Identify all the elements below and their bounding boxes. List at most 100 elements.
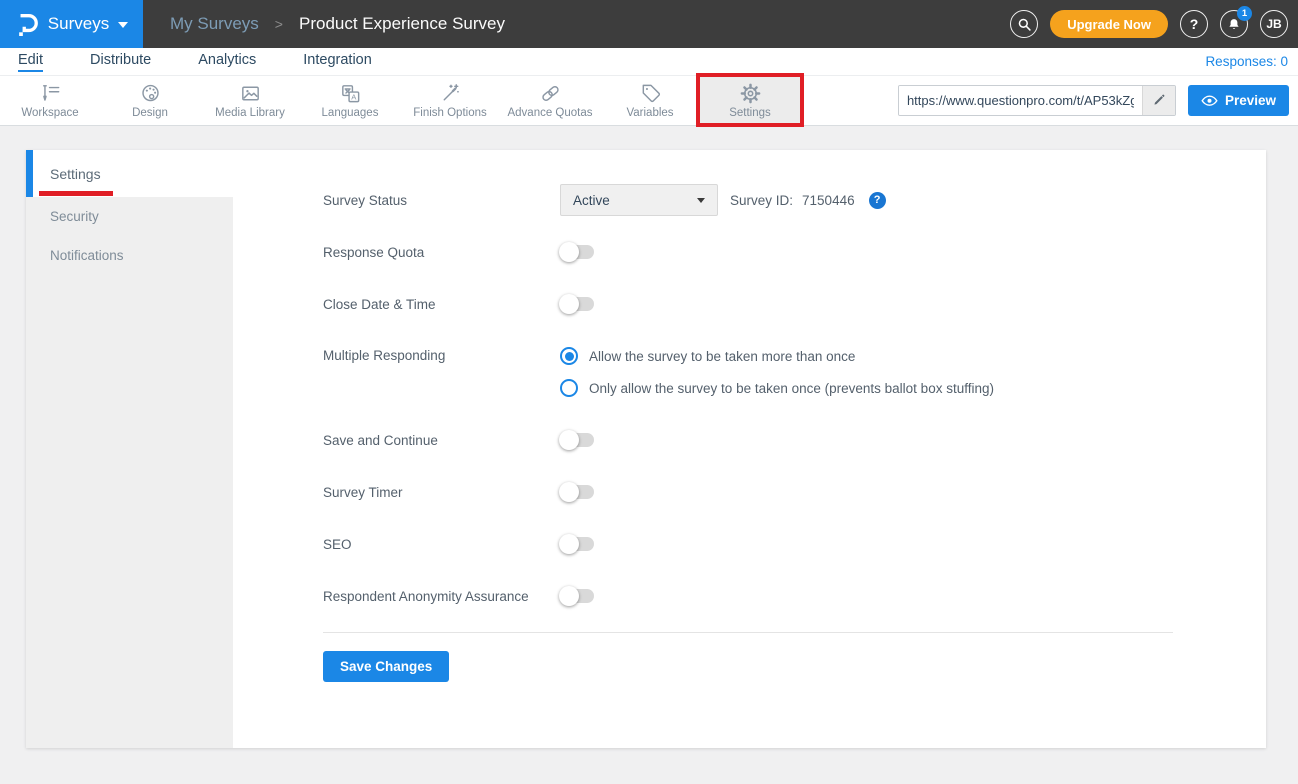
questionpro-logo-icon: [15, 11, 39, 37]
save-continue-toggle[interactable]: [561, 433, 594, 447]
tab-integration[interactable]: Integration: [303, 52, 372, 72]
settings-sidebar: Settings Security Notifications: [26, 150, 233, 748]
variables-icon: [639, 82, 662, 105]
survey-timer-row: Survey Timer: [323, 476, 1173, 508]
survey-timer-toggle[interactable]: [561, 485, 594, 499]
toolbar-item-settings[interactable]: Settings: [700, 76, 800, 125]
settings-content: Survey Status Active Survey ID: 7150446 …: [233, 150, 1266, 748]
toolbar-label: Workspace: [21, 107, 78, 119]
anonymity-toggle[interactable]: [561, 589, 594, 603]
workspace-icon: [39, 82, 62, 105]
avatar[interactable]: JB: [1260, 10, 1288, 38]
radio-option-multiple[interactable]: Allow the survey to be taken more than o…: [560, 340, 994, 372]
preview-label: Preview: [1225, 93, 1276, 108]
eye-icon: [1201, 94, 1218, 108]
finish-options-icon: [439, 82, 462, 105]
breadcrumb-my-surveys[interactable]: My Surveys: [170, 14, 259, 34]
multiple-responding-row: Multiple Responding Allow the survey to …: [323, 340, 1173, 404]
design-icon: [139, 82, 162, 105]
survey-status-label: Survey Status: [323, 193, 560, 208]
toolbar-item-advance-quotas[interactable]: Advance Quotas: [500, 76, 600, 125]
header-actions: Upgrade Now ? 1 JB: [1010, 10, 1298, 38]
survey-status-value: Active: [573, 193, 610, 208]
close-date-row: Close Date & Time: [323, 288, 1173, 320]
main-area: Settings Security Notifications Survey S…: [0, 126, 1298, 748]
response-quota-label: Response Quota: [323, 245, 560, 260]
close-date-label: Close Date & Time: [323, 297, 560, 312]
survey-nav: Edit Distribute Analytics Integration Re…: [0, 48, 1298, 76]
survey-url-input[interactable]: [899, 86, 1142, 115]
toolbar-label: Languages: [322, 107, 379, 119]
radio-option-label: Allow the survey to be taken more than o…: [589, 349, 855, 364]
settings-gear-icon: [739, 82, 762, 105]
save-continue-row: Save and Continue: [323, 424, 1173, 456]
multiple-responding-label: Multiple Responding: [323, 340, 560, 372]
toolbar-item-design[interactable]: Design: [100, 76, 200, 125]
toolbar-label: Variables: [626, 107, 673, 119]
toolbar-item-workspace[interactable]: Workspace: [0, 76, 100, 125]
preview-button[interactable]: Preview: [1188, 85, 1289, 116]
seo-row: SEO: [323, 528, 1173, 560]
response-quota-row: Response Quota: [323, 236, 1173, 268]
survey-id-value: 7150446: [802, 193, 855, 208]
save-continue-label: Save and Continue: [323, 433, 560, 448]
question-mark-icon: ?: [1190, 16, 1199, 32]
seo-toggle[interactable]: [561, 537, 594, 551]
sidebar-item-label: Security: [50, 209, 99, 224]
notifications-button[interactable]: 1: [1220, 10, 1248, 38]
seo-label: SEO: [323, 537, 560, 552]
toolbar-label: Advance Quotas: [507, 107, 592, 119]
toolbar-label: Finish Options: [413, 107, 487, 119]
advance-quotas-icon: [539, 82, 562, 105]
response-quota-toggle[interactable]: [561, 245, 594, 259]
avatar-initials: JB: [1266, 17, 1281, 31]
toolbar-label: Design: [132, 107, 168, 119]
search-icon: [1016, 16, 1033, 33]
toolbar-label: Settings: [729, 107, 771, 119]
notification-count-badge: 1: [1237, 6, 1252, 21]
sidebar-item-security[interactable]: Security: [26, 197, 233, 236]
chevron-down-icon: [118, 22, 128, 28]
survey-id-help-icon[interactable]: ?: [869, 192, 886, 209]
breadcrumb-separator: >: [275, 16, 283, 32]
sidebar-item-notifications[interactable]: Notifications: [26, 236, 233, 275]
radio-option-label: Only allow the survey to be taken once (…: [589, 381, 994, 396]
anonymity-label: Respondent Anonymity Assurance: [323, 589, 560, 604]
survey-status-row: Survey Status Active Survey ID: 7150446 …: [323, 184, 1173, 216]
top-header: Surveys My Surveys > Product Experience …: [0, 0, 1298, 48]
toolbar-item-languages[interactable]: A Languages: [300, 76, 400, 125]
survey-url-group: [898, 85, 1176, 116]
tab-distribute[interactable]: Distribute: [90, 52, 151, 72]
radio-selected-icon: [560, 347, 578, 365]
close-date-toggle[interactable]: [561, 297, 594, 311]
sidebar-item-settings[interactable]: Settings: [26, 150, 233, 197]
radio-unselected-icon: [560, 379, 578, 397]
tab-analytics[interactable]: Analytics: [198, 52, 256, 72]
product-switcher[interactable]: Surveys: [0, 0, 143, 48]
anonymity-row: Respondent Anonymity Assurance: [323, 580, 1173, 612]
survey-id-label: Survey ID:: [730, 193, 793, 208]
languages-icon: A: [339, 82, 362, 105]
toolbar-right: Preview: [898, 76, 1298, 125]
breadcrumb: My Surveys > Product Experience Survey: [170, 14, 505, 34]
help-button[interactable]: ?: [1180, 10, 1208, 38]
pencil-icon: [1151, 93, 1166, 108]
toolbar-item-variables[interactable]: Variables: [600, 76, 700, 125]
upgrade-now-button[interactable]: Upgrade Now: [1050, 10, 1168, 38]
responses-count[interactable]: Responses: 0: [1205, 54, 1288, 69]
tab-edit[interactable]: Edit: [18, 52, 43, 72]
toolbar-item-media-library[interactable]: Media Library: [200, 76, 300, 125]
content-divider: [323, 632, 1173, 633]
save-changes-button[interactable]: Save Changes: [323, 651, 449, 682]
survey-timer-label: Survey Timer: [323, 485, 560, 500]
toolbar-label: Media Library: [215, 107, 285, 119]
edit-url-button[interactable]: [1142, 86, 1175, 115]
toolbar-item-finish-options[interactable]: Finish Options: [400, 76, 500, 125]
search-button[interactable]: [1010, 10, 1038, 38]
product-name: Surveys: [48, 14, 109, 34]
survey-status-select[interactable]: Active: [560, 184, 718, 216]
nav-items: Edit Distribute Analytics Integration: [18, 52, 372, 72]
radio-option-once[interactable]: Only allow the survey to be taken once (…: [560, 372, 994, 404]
chevron-down-icon: [697, 198, 705, 203]
edit-toolbar: Workspace Design Media Library A Languag: [0, 76, 1298, 126]
